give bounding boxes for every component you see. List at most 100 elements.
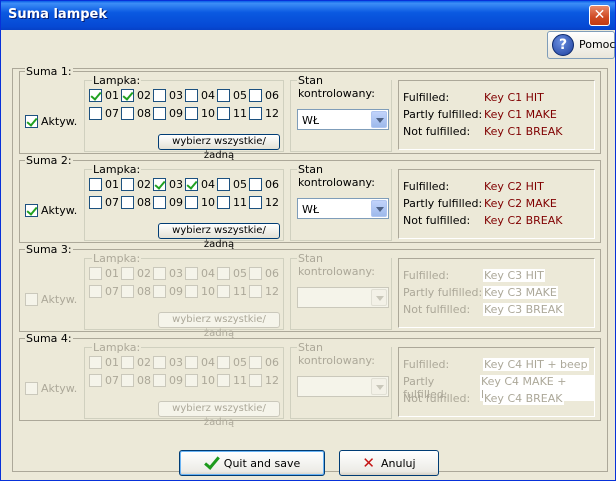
select-all-none-button[interactable]: wybierz wszystkie/żadną: [158, 312, 280, 339]
checkbox[interactable]: [121, 107, 134, 120]
lamp-checkbox-06[interactable]: 06: [249, 356, 279, 369]
checkbox[interactable]: [185, 285, 198, 298]
checkbox[interactable]: [217, 374, 230, 387]
checkbox[interactable]: [153, 178, 166, 191]
lamp-checkbox-10[interactable]: 10: [185, 285, 215, 298]
lamp-checkbox-10[interactable]: 10: [185, 374, 215, 387]
checkbox[interactable]: [249, 356, 262, 369]
chevron-down-icon[interactable]: [371, 289, 387, 306]
checkbox[interactable]: [25, 382, 38, 395]
chevron-down-icon[interactable]: [371, 111, 387, 128]
lamp-checkbox-07[interactable]: 07: [89, 285, 119, 298]
checkbox[interactable]: [89, 196, 102, 209]
checkbox[interactable]: [25, 293, 38, 306]
select-all-none-button[interactable]: wybierz wszystkie/żadną: [158, 401, 280, 428]
lamp-checkbox-08[interactable]: 08: [121, 374, 151, 387]
fulfilled-key[interactable]: Key C3 HIT: [483, 269, 545, 282]
checkbox[interactable]: [153, 267, 166, 280]
partly-key[interactable]: Key C1 MAKE: [483, 108, 558, 121]
title-bar[interactable]: Suma lampek ✕: [1, 1, 615, 30]
not-fulfilled-key[interactable]: Key C2 BREAK: [483, 214, 564, 227]
close-icon[interactable]: ✕: [589, 5, 610, 26]
lamp-checkbox-08[interactable]: 08: [121, 285, 151, 298]
checkbox[interactable]: [121, 178, 134, 191]
lamp-checkbox-10[interactable]: 10: [185, 196, 215, 209]
lamp-checkbox-04[interactable]: 04: [185, 356, 215, 369]
not-fulfilled-key[interactable]: Key C3 BREAK: [483, 303, 564, 316]
lamp-checkbox-06[interactable]: 06: [249, 178, 279, 191]
checkbox[interactable]: [217, 196, 230, 209]
checkbox[interactable]: [185, 178, 198, 191]
lamp-checkbox-01[interactable]: 01: [89, 267, 119, 280]
lamp-checkbox-01[interactable]: 01: [89, 356, 119, 369]
state-combo[interactable]: WŁ: [297, 198, 389, 219]
lamp-checkbox-04[interactable]: 04: [185, 178, 215, 191]
checkbox[interactable]: [185, 267, 198, 280]
lamp-checkbox-09[interactable]: 09: [153, 285, 183, 298]
checkbox[interactable]: [217, 89, 230, 102]
checkbox[interactable]: [121, 374, 134, 387]
lamp-checkbox-09[interactable]: 09: [153, 374, 183, 387]
checkbox[interactable]: [185, 374, 198, 387]
checkbox[interactable]: [249, 196, 262, 209]
state-combo[interactable]: WŁ: [297, 109, 389, 130]
select-all-none-button[interactable]: wybierz wszystkie/żadną: [158, 223, 280, 250]
lamp-checkbox-04[interactable]: 04: [185, 89, 215, 102]
checkbox[interactable]: [153, 89, 166, 102]
lamp-checkbox-05[interactable]: 05: [217, 89, 247, 102]
checkbox[interactable]: [121, 267, 134, 280]
checkbox[interactable]: [121, 285, 134, 298]
lamp-checkbox-11[interactable]: 11: [217, 107, 247, 120]
checkbox[interactable]: [153, 374, 166, 387]
checkbox[interactable]: [153, 356, 166, 369]
fulfilled-key[interactable]: Key C4 HIT + beep: [483, 358, 589, 371]
lamp-checkbox-03[interactable]: 03: [153, 267, 183, 280]
checkbox[interactable]: [89, 285, 102, 298]
lamp-checkbox-02[interactable]: 02: [121, 178, 151, 191]
active-checkbox[interactable]: Aktyw.: [25, 115, 77, 128]
select-all-none-button[interactable]: wybierz wszystkie/żadną: [158, 134, 280, 161]
checkbox[interactable]: [153, 196, 166, 209]
active-checkbox[interactable]: Aktyw.: [25, 382, 77, 395]
checkbox[interactable]: [89, 89, 102, 102]
checkbox[interactable]: [25, 115, 38, 128]
state-combo[interactable]: [297, 376, 389, 397]
lamp-checkbox-02[interactable]: 02: [121, 356, 151, 369]
lamp-checkbox-09[interactable]: 09: [153, 196, 183, 209]
checkbox[interactable]: [185, 107, 198, 120]
lamp-checkbox-09[interactable]: 09: [153, 107, 183, 120]
checkbox[interactable]: [249, 89, 262, 102]
checkbox[interactable]: [185, 356, 198, 369]
lamp-checkbox-11[interactable]: 11: [217, 285, 247, 298]
lamp-checkbox-12[interactable]: 12: [249, 196, 279, 209]
lamp-checkbox-12[interactable]: 12: [249, 285, 279, 298]
partly-key[interactable]: Key C2 MAKE: [483, 197, 558, 210]
lamp-checkbox-12[interactable]: 12: [249, 107, 279, 120]
help-button[interactable]: ? Pomoc: [547, 31, 615, 59]
checkbox[interactable]: [153, 285, 166, 298]
lamp-checkbox-07[interactable]: 07: [89, 374, 119, 387]
lamp-checkbox-07[interactable]: 07: [89, 196, 119, 209]
checkbox[interactable]: [89, 374, 102, 387]
active-checkbox[interactable]: Aktyw.: [25, 204, 77, 217]
checkbox[interactable]: [217, 285, 230, 298]
lamp-checkbox-08[interactable]: 08: [121, 107, 151, 120]
not-fulfilled-key[interactable]: Key C4 BREAK: [483, 392, 564, 405]
lamp-checkbox-01[interactable]: 01: [89, 89, 119, 102]
lamp-checkbox-03[interactable]: 03: [153, 89, 183, 102]
checkbox[interactable]: [89, 356, 102, 369]
checkbox[interactable]: [121, 356, 134, 369]
partly-key[interactable]: Key C3 MAKE: [483, 286, 558, 299]
lamp-checkbox-05[interactable]: 05: [217, 267, 247, 280]
lamp-checkbox-05[interactable]: 05: [217, 178, 247, 191]
state-combo[interactable]: [297, 287, 389, 308]
lamp-checkbox-03[interactable]: 03: [153, 356, 183, 369]
checkbox[interactable]: [185, 196, 198, 209]
lamp-checkbox-01[interactable]: 01: [89, 178, 119, 191]
checkbox[interactable]: [25, 204, 38, 217]
chevron-down-icon[interactable]: [371, 200, 387, 217]
fulfilled-key[interactable]: Key C2 HIT: [483, 180, 545, 193]
checkbox[interactable]: [249, 107, 262, 120]
fulfilled-key[interactable]: Key C1 HIT: [483, 91, 545, 104]
active-checkbox[interactable]: Aktyw.: [25, 293, 77, 306]
